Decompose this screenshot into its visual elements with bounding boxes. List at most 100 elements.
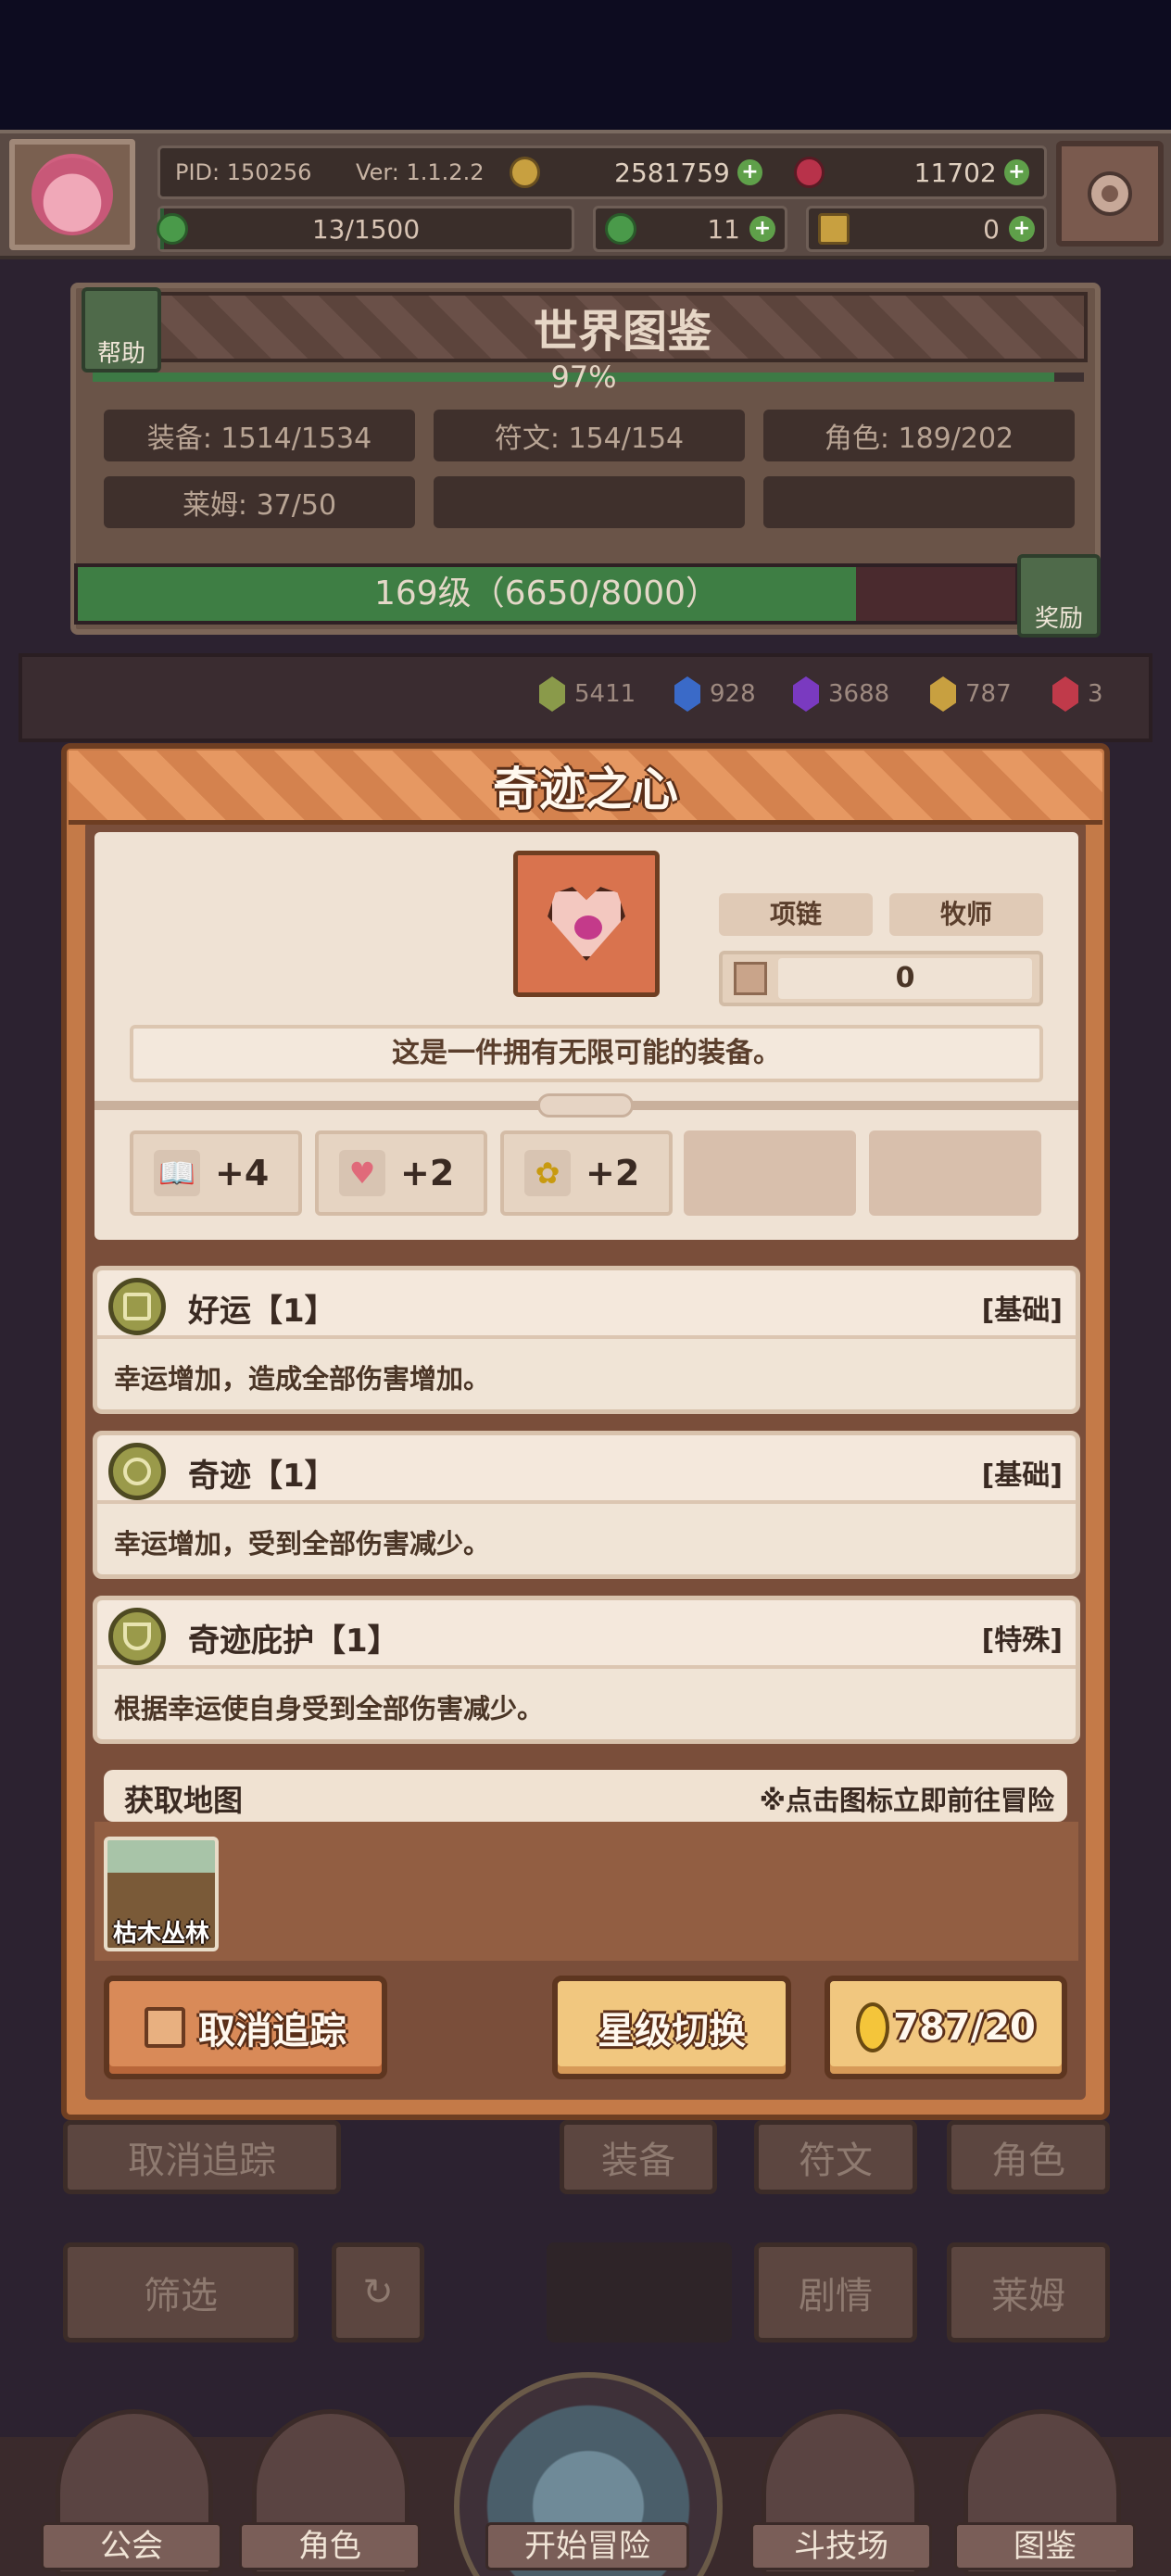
stat-slot-empty (869, 1130, 1041, 1216)
nav-codex-label: 图鉴 (954, 2522, 1136, 2570)
world-codex-title: 世界图鉴 (157, 292, 1088, 362)
gold-coin-icon (509, 157, 541, 188)
skill-header: 奇迹庇护【1】 [特殊] (97, 1600, 1076, 1669)
skill-type: [基础] (981, 1294, 1063, 1327)
stat-value: +2 (400, 1153, 455, 1193)
key-amount: 0 (983, 213, 1000, 245)
resource-item: 3 (1052, 676, 1103, 712)
resource-value: 3 (1088, 680, 1103, 708)
stat-slot: ♥ +2 (315, 1130, 487, 1216)
game-version: Ver: 1.1.2.2 (356, 159, 485, 185)
map-label: 枯木丛林 (112, 1920, 209, 1948)
map-list (94, 1822, 1078, 1961)
empty-slot (547, 2242, 732, 2342)
player-info-bar: PID: 150256 Ver: 1.1.2.2 2581759 + 11702… (157, 145, 1047, 199)
inventory-icon (734, 962, 767, 995)
clover-icon (605, 213, 636, 245)
tab-role[interactable]: 角色 (947, 2120, 1110, 2194)
codex-level-text: 169级（6650/8000） (373, 575, 720, 612)
skill-name: 好运【1】 (188, 1293, 336, 1330)
star-icon (108, 1443, 166, 1500)
energy-value: 13/1500 (311, 213, 421, 245)
add-key-button[interactable]: + (1009, 216, 1035, 242)
skill-description: 根据幸运使自身受到全部伤害减少。 (114, 1693, 545, 1724)
skill-card: 好运【1】 [基础] 幸运增加，造成全部伤害增加。 (93, 1266, 1080, 1414)
skill-header: 好运【1】 [基础] (97, 1270, 1076, 1339)
star-switch-button[interactable]: 星级切换 (552, 1976, 791, 2079)
energy-bar: 13/1500 (157, 206, 574, 252)
stat-slot: ✿ +2 (500, 1130, 673, 1216)
gold-amount: 2581759 (614, 157, 730, 188)
skill-type: [基础] (981, 1459, 1063, 1492)
resource-value: 928 (710, 680, 756, 708)
world-progress-percent: 97% (550, 360, 617, 395)
book-icon: 📖 (154, 1150, 200, 1196)
modal-title: 奇迹之心 (493, 762, 678, 816)
stat-slot: 📖 +4 (130, 1130, 302, 1216)
shield-icon (108, 1278, 166, 1335)
item-icon (513, 851, 660, 997)
item-description: 这是一件拥有无限可能的装备。 (130, 1025, 1043, 1082)
nav-adventure-label: 开始冒险 (485, 2522, 689, 2570)
bg-untrack-button[interactable]: 取消追踪 (63, 2120, 341, 2194)
upgrade-cost-label: 787/20 (893, 2006, 1036, 2049)
clover-icon: ✿ (524, 1150, 571, 1196)
add-clover-button[interactable]: + (749, 216, 775, 242)
clover-counter: 11 + (593, 206, 787, 252)
help-label: 帮助 (96, 340, 145, 368)
resource-item: 3688 (793, 676, 889, 712)
skill-type: [特殊] (981, 1624, 1063, 1657)
skill-card: 奇迹【1】 [基础] 幸运增加，受到全部伤害减少。 (93, 1431, 1080, 1579)
nav-role-label: 角色 (239, 2522, 421, 2570)
add-gem-button[interactable]: + (1003, 159, 1029, 185)
map-section-title: 获取地图 (124, 1783, 244, 1818)
player-avatar[interactable] (9, 139, 135, 250)
key-icon (818, 213, 850, 245)
player-id: PID: 150256 (175, 159, 312, 185)
blessing-icon (108, 1608, 166, 1665)
stat-lime: 莱姆: 37/50 (104, 476, 415, 528)
item-gem (574, 915, 602, 940)
skill-card: 奇迹庇护【1】 [特殊] 根据幸运使自身受到全部伤害减少。 (93, 1596, 1080, 1744)
tab-rune[interactable]: 符文 (754, 2120, 917, 2194)
resource-value: 5411 (574, 680, 636, 708)
divider-ornament (537, 1093, 634, 1118)
refresh-button[interactable]: ↻ (332, 2242, 424, 2342)
tag-slot: 项链 (719, 893, 873, 936)
stat-slot-empty (684, 1130, 856, 1216)
codex-level-bar: 169级（6650/8000） (74, 563, 1019, 625)
tab-lime[interactable]: 莱姆 (947, 2242, 1110, 2342)
stat-equipment: 装备: 1514/1534 (104, 410, 415, 461)
thumbs-up-icon (145, 2007, 185, 2048)
item-count-box: 0 (719, 951, 1043, 1006)
item-count: 0 (778, 958, 1032, 999)
gem-amount: 11702 (913, 157, 997, 188)
untrack-button[interactable]: 取消追踪 (104, 1976, 387, 2079)
skill-description: 幸运增加，造成全部伤害增加。 (114, 1363, 491, 1395)
upgrade-cost-button[interactable]: 787/20 (825, 1976, 1067, 2079)
nav-guild-label: 公会 (41, 2522, 222, 2570)
star-switch-label: 星级切换 (598, 2010, 746, 2052)
heart-necklace-icon (548, 887, 625, 961)
gear-icon (1088, 171, 1132, 216)
stat-empty (434, 476, 745, 528)
tab-story[interactable]: 剧情 (754, 2242, 917, 2342)
clover-amount: 11 (707, 213, 740, 245)
resource-value: 3688 (828, 680, 890, 708)
settings-button[interactable] (1056, 141, 1164, 246)
tab-equipment[interactable]: 装备 (560, 2120, 717, 2194)
skill-name: 奇迹【1】 (188, 1458, 336, 1495)
reward-button[interactable]: 奖励 (1017, 554, 1101, 638)
reward-label: 奖励 (1034, 605, 1083, 633)
add-gold-button[interactable]: + (737, 159, 763, 185)
stat-empty (763, 476, 1075, 528)
resource-gem-icon (1052, 676, 1078, 712)
modal-header: 奇迹之心 (69, 751, 1102, 825)
help-button[interactable]: 帮助 (82, 287, 161, 373)
filter-button[interactable]: 筛选 (63, 2242, 298, 2342)
resource-item: 5411 (539, 676, 636, 712)
avatar-portrait (31, 154, 113, 235)
resource-gem-icon (539, 676, 565, 712)
refresh-icon: ↻ (362, 2271, 394, 2314)
skill-description: 幸运增加，受到全部伤害减少。 (114, 1528, 491, 1559)
